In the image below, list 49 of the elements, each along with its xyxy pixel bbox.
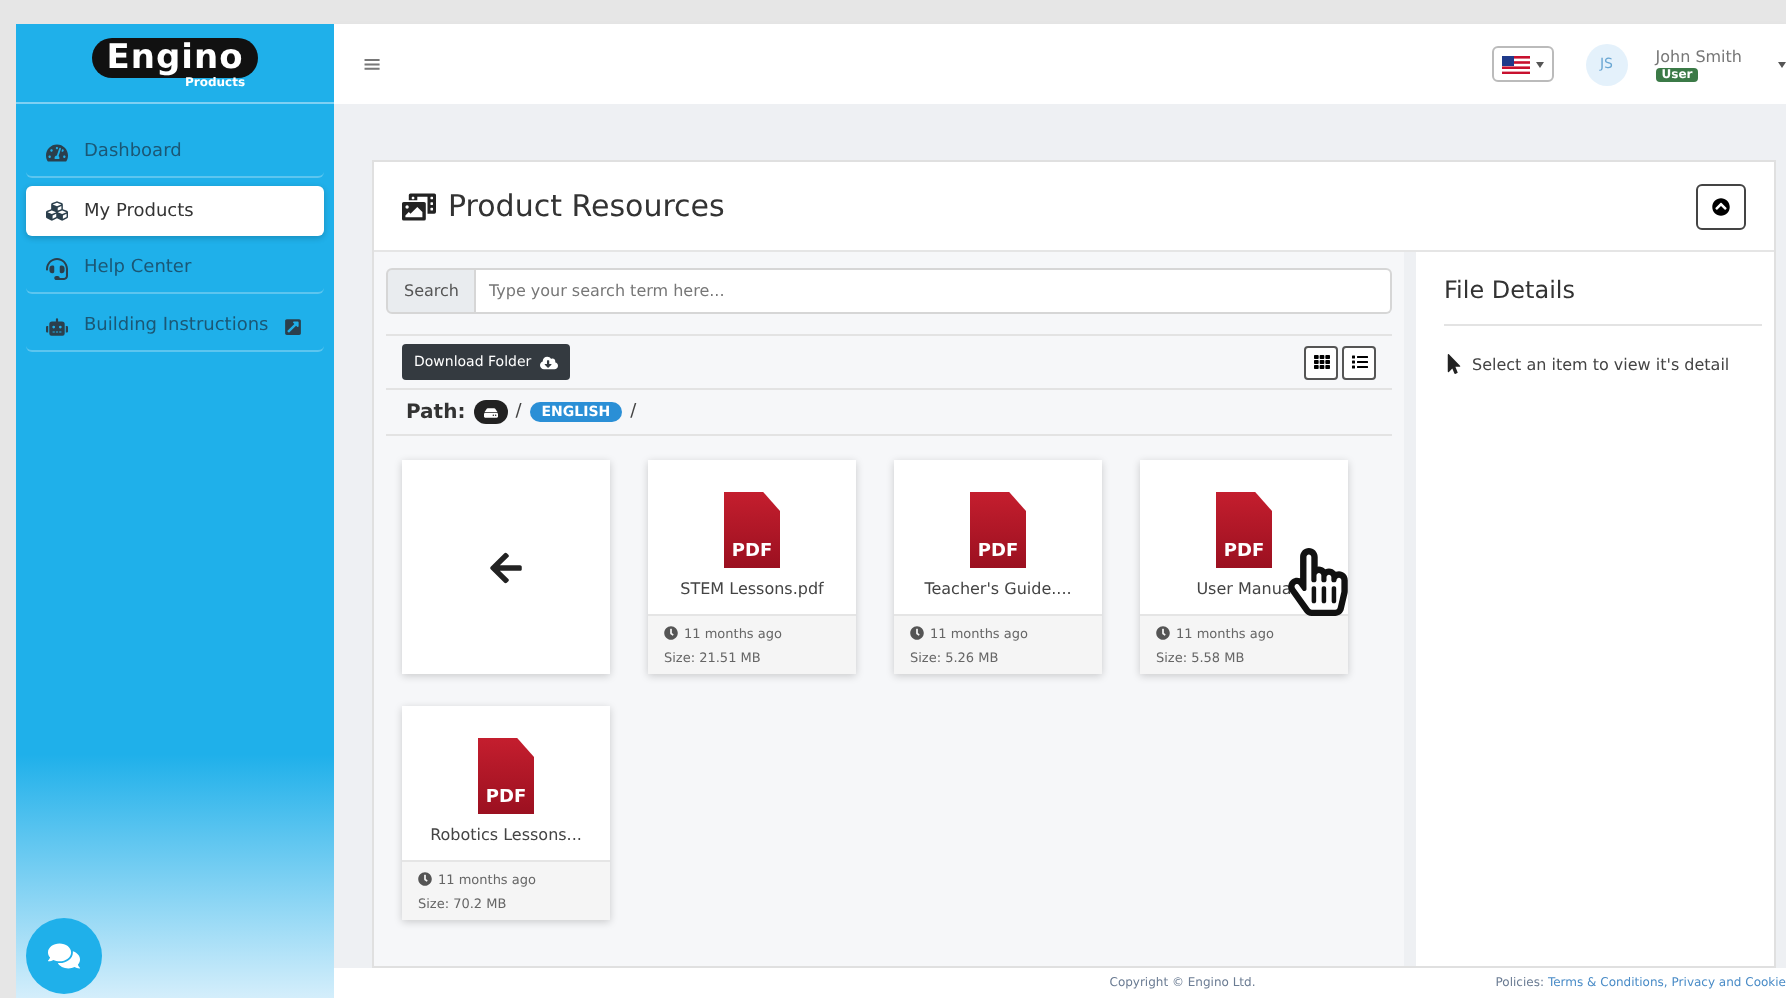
cloud-download-icon <box>539 353 558 371</box>
nav-item[interactable]: Help Center <box>26 244 324 294</box>
caret-icon[interactable] <box>1778 61 1786 67</box>
grid-view-button[interactable] <box>1304 345 1338 379</box>
back-tile[interactable] <box>402 460 610 674</box>
robot-icon <box>46 315 68 337</box>
nav-item[interactable]: My Products <box>26 186 324 236</box>
file-name: STEM Lessons.pdf <box>680 580 824 598</box>
search-field[interactable]: Type your search term here... <box>476 268 1392 314</box>
media-icon <box>402 189 436 223</box>
collapse-button[interactable] <box>1696 183 1746 229</box>
pdf-label: PDF <box>485 788 527 808</box>
chevron-up-icon <box>1712 197 1730 215</box>
grid-icon <box>1313 354 1329 370</box>
clock-icon <box>664 626 678 640</box>
pointer-icon <box>1444 354 1464 374</box>
chat-icon <box>48 940 80 972</box>
root-crumb[interactable] <box>473 400 508 424</box>
details-title: File Details <box>1444 276 1762 326</box>
clock-icon <box>1156 626 1170 640</box>
file-name: Robotics Lessons... <box>430 826 582 844</box>
pdf-label: PDF <box>1223 542 1265 562</box>
nav-item[interactable]: Dashboard <box>26 128 324 178</box>
file-name: Teacher's Guide.... <box>924 580 1072 598</box>
search-label: Search <box>386 268 477 314</box>
user-name: John Smith <box>1655 47 1742 65</box>
nav-item[interactable]: Building Instructions <box>26 302 324 352</box>
headset-icon <box>46 257 68 279</box>
dashboard-icon <box>46 141 68 163</box>
path-separator: / <box>515 402 522 422</box>
menu-toggle[interactable]: ≡ <box>362 50 383 78</box>
cubes-icon <box>46 200 68 222</box>
list-icon <box>1351 354 1367 370</box>
path-separator: / <box>630 402 637 422</box>
path-label: Path: <box>406 401 466 423</box>
clock-icon <box>418 872 432 886</box>
pdf-label: PDF <box>977 542 1019 562</box>
card-title: Product Resources <box>448 188 725 224</box>
caret-icon <box>1535 61 1544 67</box>
list-view-button[interactable] <box>1342 345 1376 379</box>
details-hint: Select an item to view it's detail <box>1472 355 1730 373</box>
logo-wordmark: Engino <box>92 37 258 77</box>
pdf-label: PDF <box>731 542 773 562</box>
language-dropdown[interactable] <box>1491 46 1554 82</box>
drive-icon <box>483 405 498 419</box>
clock-icon <box>910 626 924 640</box>
file-name: User Manua <box>1196 580 1292 598</box>
flag-icon <box>1501 55 1530 73</box>
back-arrow-icon <box>488 549 524 585</box>
